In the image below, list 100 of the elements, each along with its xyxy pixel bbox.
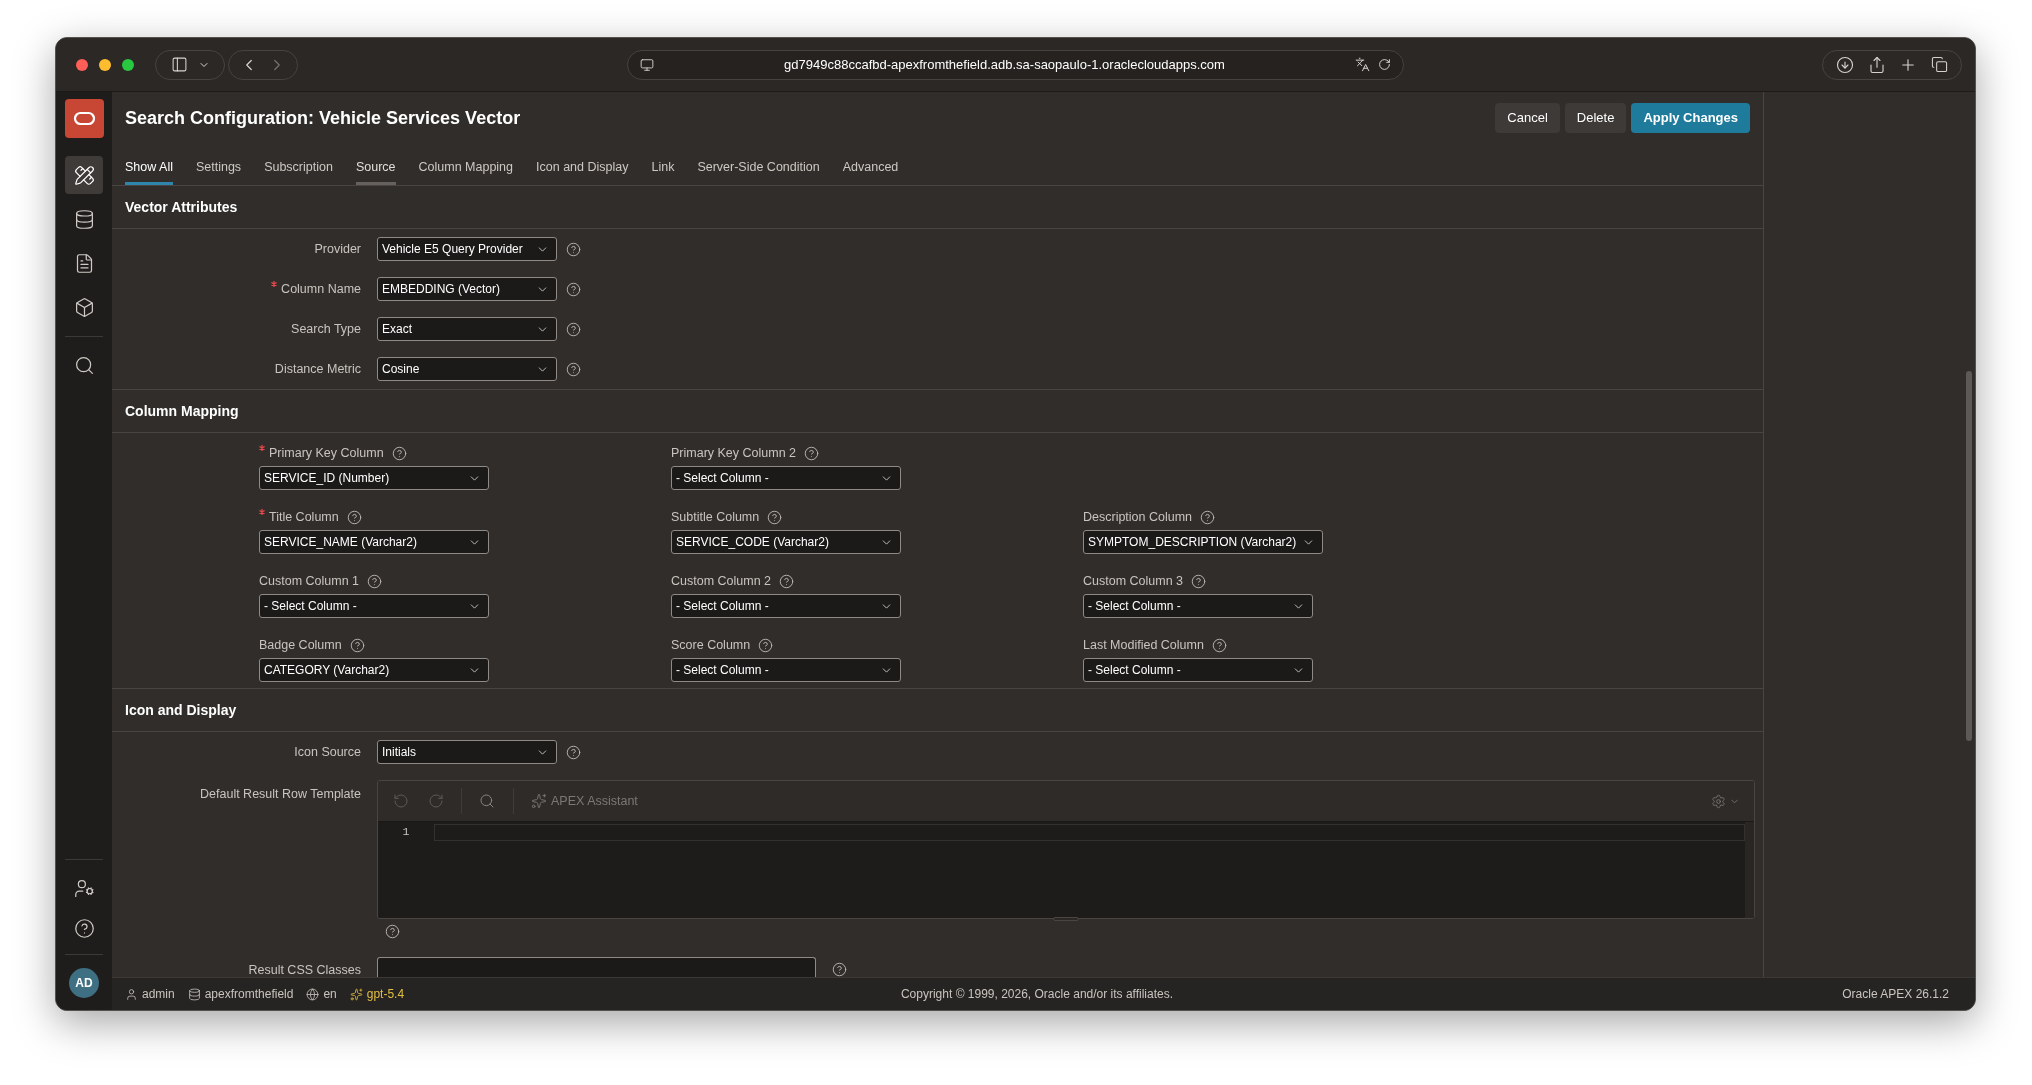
sparkles-icon <box>349 987 363 1001</box>
help-icon[interactable] <box>758 637 774 653</box>
tab[interactable]: Server-Side Condition <box>697 153 820 185</box>
tab[interactable]: Subscription <box>264 153 333 185</box>
select-field[interactable]: - Select Column - <box>671 466 901 490</box>
user-gear-icon[interactable] <box>73 877 95 899</box>
search-icon[interactable] <box>73 354 95 376</box>
select-field[interactable]: Initials <box>377 740 557 764</box>
select-field[interactable]: - Select Column - <box>671 658 901 682</box>
help-icon[interactable] <box>73 917 95 939</box>
field-label: Icon Source <box>294 743 361 761</box>
select-field[interactable]: Vehicle E5 Query Provider <box>377 237 557 261</box>
nav-button[interactable] <box>65 156 103 194</box>
database-icon <box>187 987 201 1001</box>
help-icon[interactable] <box>1200 509 1216 525</box>
help-icon[interactable] <box>804 445 820 461</box>
section-title: Column Mapping <box>125 401 239 421</box>
address-bar[interactable]: gd7949c88ccafbd-apexfromthefield.adb.sa-saopaulo-1.oraclecloudapps.com <box>627 49 1404 80</box>
tab[interactable]: Column Mapping <box>418 153 514 185</box>
help-icon[interactable] <box>346 509 362 525</box>
database-icon[interactable] <box>73 208 95 230</box>
scrollbar-thumb[interactable] <box>1966 371 1972 741</box>
text-input-field[interactable] <box>377 957 816 977</box>
select-field[interactable]: SERVICE_NAME (Varchar2) <box>259 530 489 554</box>
pencil-ruler-icon[interactable] <box>73 164 95 186</box>
help-icon[interactable] <box>349 637 365 653</box>
help-icon[interactable] <box>367 573 383 589</box>
select-field[interactable]: SERVICE_ID (Number) <box>259 466 489 490</box>
sparkles-icon <box>531 793 547 809</box>
sidebar-icon <box>170 56 188 73</box>
help-icon[interactable] <box>385 924 400 939</box>
action-button[interactable]: Cancel <box>1495 103 1560 133</box>
action-button[interactable]: Delete <box>1564 103 1627 133</box>
select-field[interactable]: Exact <box>377 317 557 341</box>
field-label: Badge Column <box>259 636 342 654</box>
help-icon[interactable] <box>832 962 847 977</box>
close-window-icon[interactable] <box>76 58 88 71</box>
help-icon[interactable] <box>1191 573 1207 589</box>
help-icon[interactable] <box>566 744 581 760</box>
field-label: Custom Column 2 <box>671 572 772 590</box>
maximize-window-icon[interactable] <box>122 58 134 71</box>
monitor-icon <box>640 57 654 72</box>
tab[interactable]: Settings <box>195 153 242 185</box>
select-field[interactable]: SYMPTOM_DESCRIPTION (Varchar2) <box>1083 530 1324 554</box>
version-text: Oracle APEX 26.1.2 <box>1842 986 1949 1003</box>
share-icon[interactable] <box>1867 55 1886 74</box>
minimize-window-icon[interactable] <box>99 58 111 71</box>
tab[interactable]: Advanced <box>842 153 899 185</box>
tab[interactable]: Show All <box>125 153 173 185</box>
field-label: Result CSS Classes <box>248 962 361 977</box>
user-name: admin <box>142 986 175 1003</box>
field-label: Distance Metric <box>274 360 361 378</box>
field-label: Search Type <box>291 320 361 338</box>
code-input-field[interactable]: 1 <box>378 822 1754 918</box>
field-label: Default Result Row Template <box>200 786 361 803</box>
field-label: Description Column <box>1083 508 1193 526</box>
select-field[interactable]: - Select Column - <box>1083 658 1313 682</box>
action-button[interactable]: Apply Changes <box>1631 103 1750 133</box>
logo-icon[interactable] <box>64 99 104 138</box>
section-title: Icon and Display <box>125 700 237 720</box>
field-label: Primary Key Column 2 <box>671 444 797 462</box>
cube-icon[interactable] <box>73 296 95 318</box>
tab[interactable]: Source <box>355 153 396 185</box>
field-label: Last Modified Column <box>1083 636 1204 654</box>
help-icon[interactable] <box>566 361 581 377</box>
field-label: Provider <box>314 240 361 258</box>
field-label: Title Column <box>269 508 339 526</box>
language-code: en <box>323 986 337 1003</box>
tabs-overview-icon[interactable] <box>1931 56 1949 73</box>
help-icon[interactable] <box>566 281 581 297</box>
field-label: Column Name <box>281 280 361 298</box>
help-icon[interactable] <box>1211 637 1227 653</box>
select-field[interactable]: Cosine <box>377 357 557 381</box>
field-label: Score Column <box>671 636 751 654</box>
help-icon[interactable] <box>779 573 795 589</box>
help-icon[interactable] <box>566 321 581 337</box>
field-label: Primary Key Column <box>269 444 384 462</box>
field-label: Subtitle Column <box>671 508 760 526</box>
reload-icon[interactable] <box>1378 58 1391 71</box>
select-field[interactable]: CATEGORY (Varchar2) <box>259 658 489 682</box>
help-icon[interactable] <box>767 509 783 525</box>
select-field[interactable]: - Select Column - <box>1083 594 1313 618</box>
tab[interactable]: Link <box>651 153 675 185</box>
help-icon[interactable] <box>566 241 581 257</box>
copyright-text: Copyright © 1999, 2026, Oracle and/or its affiliates. <box>900 986 1174 1003</box>
user-avatar[interactable]: AD <box>69 968 99 998</box>
tab[interactable]: Icon and Display <box>536 153 629 185</box>
page-title: Search Configuration: Vehicle Services Vector <box>125 106 521 130</box>
help-icon[interactable] <box>391 445 407 461</box>
workspace-name: apexfromthefield <box>204 986 294 1003</box>
select-field[interactable]: - Select Column - <box>259 594 489 618</box>
user-icon <box>125 987 138 1001</box>
translate-icon[interactable] <box>1355 57 1370 72</box>
section-title: Vector Attributes <box>125 197 238 217</box>
select-field[interactable]: SERVICE_CODE (Varchar2) <box>671 530 901 554</box>
select-field[interactable]: EMBEDDING (Vector) <box>377 277 557 301</box>
download-icon[interactable] <box>1835 55 1854 74</box>
model-name: gpt-5.4 <box>366 986 405 1003</box>
line-number: 1 <box>402 824 410 840</box>
select-field[interactable]: - Select Column - <box>671 594 901 618</box>
